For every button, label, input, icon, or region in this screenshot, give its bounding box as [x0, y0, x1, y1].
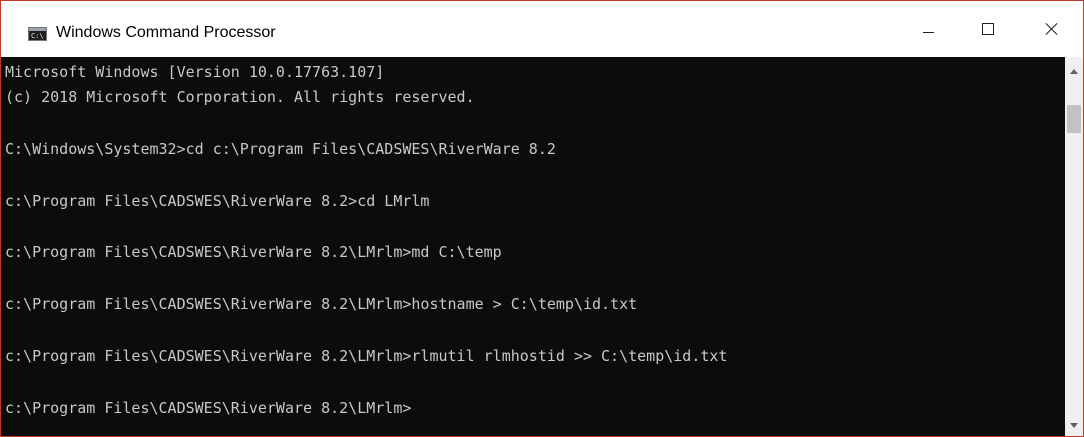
- console-prompt[interactable]: c:\Program Files\CADSWES\RiverWare 8.2\L…: [5, 397, 411, 419]
- close-icon: [1045, 22, 1058, 35]
- minimize-button[interactable]: [898, 1, 958, 57]
- console-line: c:\Program Files\CADSWES\RiverWare 8.2>c…: [5, 192, 430, 210]
- title-bar[interactable]: C:\ Windows Command Processor: [1, 1, 1083, 57]
- scroll-up-arrow-icon[interactable]: [1070, 69, 1078, 74]
- vertical-scrollbar[interactable]: [1065, 57, 1083, 436]
- command-prompt-icon-glyph: C:\: [31, 32, 44, 40]
- console-line: Microsoft Windows [Version 10.0.17763.10…: [5, 63, 385, 81]
- console-line: c:\Program Files\CADSWES\RiverWare 8.2\L…: [5, 347, 728, 365]
- console-line: (c) 2018 Microsoft Corporation. All righ…: [5, 88, 475, 106]
- window-title: Windows Command Processor: [56, 24, 276, 41]
- console-line: c:\Program Files\CADSWES\RiverWare 8.2\L…: [5, 295, 638, 313]
- command-prompt-icon[interactable]: C:\: [28, 27, 47, 41]
- console-line: C:\Windows\System32>cd c:\Program Files\…: [5, 140, 556, 158]
- close-button[interactable]: [1018, 1, 1083, 57]
- minimize-icon: [923, 32, 934, 33]
- maximize-icon: [982, 23, 994, 35]
- scroll-down-arrow-icon[interactable]: [1070, 423, 1078, 428]
- scroll-thumb[interactable]: [1067, 105, 1081, 133]
- console-output[interactable]: Microsoft Windows [Version 10.0.17763.10…: [5, 61, 1065, 436]
- command-prompt-window: C:\ Windows Command Processor Microsoft …: [0, 0, 1084, 437]
- console-line: c:\Program Files\CADSWES\RiverWare 8.2\L…: [5, 243, 502, 261]
- maximize-button[interactable]: [958, 1, 1018, 57]
